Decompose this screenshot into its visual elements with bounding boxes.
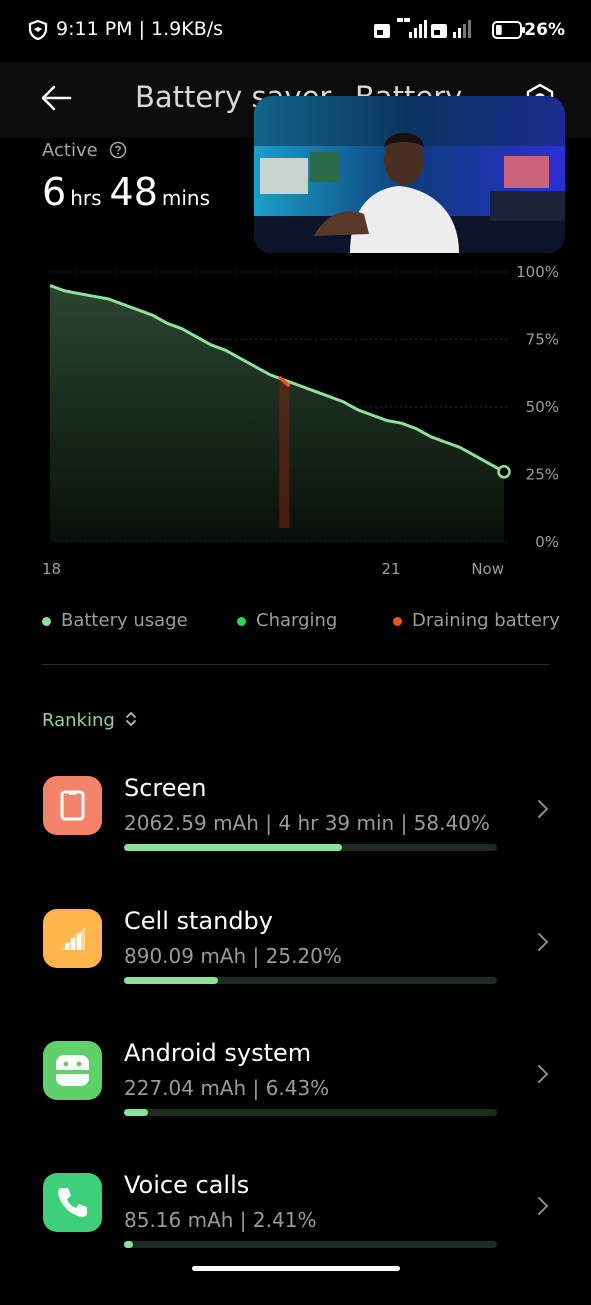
x-tick-label: 18	[42, 560, 61, 578]
active-duration: 6 hrs 48 mins	[42, 170, 218, 214]
usage-bar	[124, 977, 497, 984]
row-detail: 85.16 mAh | 2.41%	[124, 1208, 317, 1232]
usage-row-android-system[interactable]: Android system 227.04 mAh | 6.43%	[0, 1039, 591, 1173]
row-title: Voice calls	[124, 1171, 250, 1199]
y-tick-label: 0%	[535, 533, 559, 551]
usage-bar	[124, 844, 497, 851]
usage-bar-fill	[124, 1109, 148, 1116]
screen-icon	[43, 776, 102, 835]
ranking-label: Ranking	[42, 710, 115, 731]
shield-icon	[28, 20, 48, 40]
current-level-dot	[497, 465, 511, 479]
help-icon[interactable]	[109, 141, 127, 159]
legend-label: Draining battery	[412, 610, 560, 631]
status-time: 9:11 PM | 1.9KB/s	[56, 18, 224, 40]
battery-chart: 100% 75% 50% 25% 0% 18 21 Now	[42, 263, 559, 578]
chevron-right-icon	[538, 1065, 549, 1083]
divider	[42, 664, 549, 665]
y-tick-label: 100%	[516, 263, 559, 281]
y-tick-label: 25%	[526, 466, 559, 484]
draining-band	[279, 380, 290, 528]
x-tick-label: Now	[471, 560, 504, 578]
pip-video-overlay[interactable]	[254, 96, 565, 253]
row-title: Android system	[124, 1039, 312, 1067]
y-tick-label: 75%	[526, 331, 559, 349]
y-tick-label: 50%	[526, 398, 559, 416]
usage-bar-fill	[124, 844, 342, 851]
video-thumbnail	[254, 96, 565, 253]
chevron-right-icon	[538, 800, 549, 818]
usage-bar	[124, 1241, 497, 1248]
active-hours: 6	[42, 170, 67, 214]
battery-icon	[492, 21, 525, 39]
chevron-right-icon	[538, 1197, 549, 1215]
sort-icon	[125, 712, 136, 726]
usage-row-voice-calls[interactable]: Voice calls 85.16 mAh | 2.41%	[0, 1171, 591, 1305]
usage-row-screen[interactable]: Screen 2062.59 mAh | 4 hr 39 min | 58.40…	[0, 774, 591, 908]
usage-bar-fill	[124, 1241, 133, 1248]
hours-unit: hrs	[70, 186, 102, 210]
legend-dot	[393, 616, 402, 626]
row-detail: 890.09 mAh | 25.20%	[124, 944, 342, 968]
legend-label: Battery usage	[61, 610, 188, 631]
android-icon	[43, 1041, 102, 1100]
usage-row-cell-standby[interactable]: Cell standby 890.09 mAh | 25.20%	[0, 907, 591, 1041]
row-title: Screen	[124, 774, 207, 802]
x-tick-label: 21	[381, 560, 400, 578]
legend-label: Charging	[256, 610, 338, 631]
home-indicator[interactable]	[192, 1266, 400, 1271]
battery-area	[50, 285, 504, 542]
legend-draining: Draining battery	[393, 610, 560, 631]
row-detail: 227.04 mAh | 6.43%	[124, 1076, 330, 1100]
signal-icon	[43, 909, 102, 968]
row-title: Cell standby	[124, 907, 273, 935]
chevron-right-icon	[538, 933, 549, 951]
legend-battery-usage: Battery usage	[42, 610, 188, 631]
ranking-sort-button[interactable]: Ranking	[42, 710, 137, 731]
usage-bar	[124, 1109, 497, 1116]
back-arrow-icon[interactable]	[40, 84, 72, 112]
legend-dot	[42, 616, 51, 626]
phone-icon	[43, 1173, 102, 1232]
battery-percent: 26%	[524, 20, 565, 40]
active-label: Active	[42, 140, 127, 161]
active-mins: 48	[109, 170, 158, 214]
signal-icons	[374, 18, 471, 38]
row-detail: 2062.59 mAh | 4 hr 39 min | 58.40%	[124, 811, 490, 835]
mins-unit: mins	[161, 186, 211, 210]
active-label-text: Active	[42, 140, 98, 161]
usage-bar-fill	[124, 977, 218, 984]
legend-dot	[237, 616, 246, 626]
legend-charging: Charging	[237, 610, 337, 631]
status-bar: 9:11 PM | 1.9KB/s 26%	[0, 0, 591, 62]
